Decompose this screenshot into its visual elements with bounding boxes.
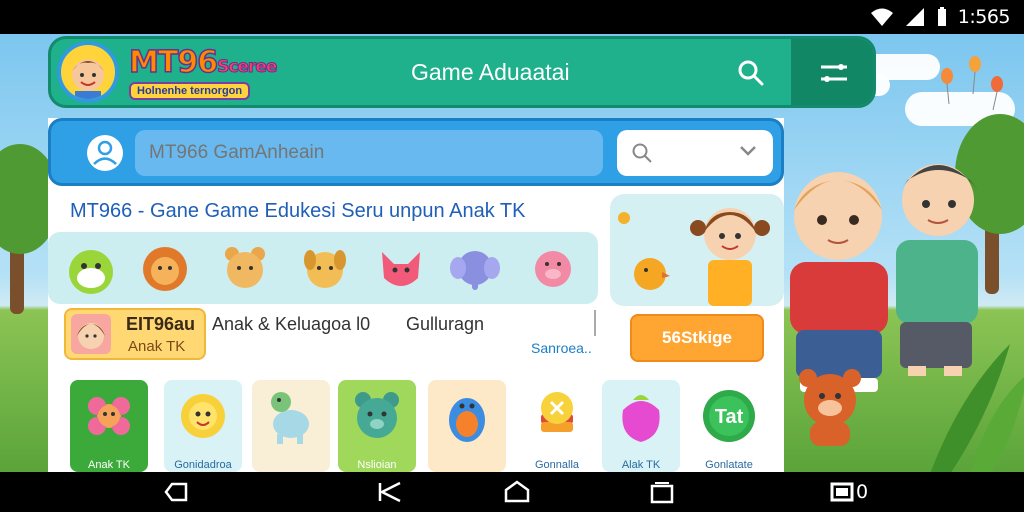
- back-square-icon[interactable]: [162, 480, 190, 504]
- user-chip[interactable]: EIT96au Anak TK: [64, 308, 206, 360]
- sun-flower-icon: [181, 394, 225, 438]
- recents-icon[interactable]: [648, 480, 676, 504]
- apple-icon: [622, 395, 660, 442]
- game-label: Gonnalla: [534, 459, 580, 471]
- game-tile[interactable]: Anak TK: [70, 380, 148, 472]
- game-label: Anak TK: [88, 459, 130, 471]
- home-icon[interactable]: [503, 480, 531, 504]
- game-label: Gonidadroa: [174, 459, 232, 471]
- games-grid: Anak TK Gonidadroa Nslioian Gonnalla Alak TK…: [48, 380, 784, 472]
- profile-icon[interactable]: [85, 133, 125, 173]
- bear-icon[interactable]: [218, 242, 272, 296]
- search-bar: [48, 118, 784, 186]
- game-tile[interactable]: Alak TK: [602, 380, 680, 472]
- filter-menu-icon[interactable]: [819, 61, 849, 85]
- info-row: EIT96au Anak TK Anak & Keluagoa l0 Gullu…: [48, 308, 784, 364]
- promo-illustration: [610, 194, 784, 306]
- game-label: Alak TK: [621, 459, 661, 471]
- user-avatar: [71, 314, 111, 354]
- user-subtitle: Anak TK: [128, 338, 186, 355]
- cta-button[interactable]: 56Stkige: [630, 314, 764, 362]
- elephant-icon[interactable]: [448, 242, 502, 296]
- status-time: 1:565: [957, 6, 1011, 28]
- kid-face-icon: [72, 59, 104, 99]
- game-tile[interactable]: Gonnalla: [518, 380, 596, 472]
- signal-icon: [905, 8, 924, 26]
- logo-subtitle: Holnenhe ternorgon: [129, 82, 251, 100]
- game-tile[interactable]: Nslioian: [338, 380, 416, 472]
- frog-icon[interactable]: [64, 242, 118, 296]
- wifi-icon: [870, 8, 893, 26]
- fox-icon[interactable]: [374, 242, 428, 296]
- kids-illustration: [790, 164, 978, 446]
- bear-icon: [355, 392, 399, 438]
- magnifier-icon: [632, 143, 652, 163]
- see-more-link[interactable]: Sanroea..: [531, 340, 592, 356]
- girl-with-chick-icon: [618, 208, 770, 306]
- game-tile[interactable]: [428, 380, 506, 472]
- game-label: Nslioian: [357, 459, 397, 471]
- dino-icon: [271, 392, 309, 444]
- category-label: Anak & Keluagoa l0: [212, 314, 371, 334]
- balloons-icon: [941, 56, 1003, 111]
- bird-icon: [449, 398, 485, 442]
- game-badge-text: Tat: [714, 406, 744, 428]
- user-name: EIT96au: [126, 314, 196, 334]
- animal-strip: [48, 232, 598, 304]
- game-tile[interactable]: Tat Gonlatate: [690, 380, 768, 472]
- screen-icon[interactable]: [828, 480, 856, 504]
- girl-face-icon: [77, 323, 105, 349]
- flower-icon: [88, 397, 130, 435]
- nav-count: 0: [856, 481, 869, 503]
- battery-icon: [937, 7, 946, 26]
- lion-icon[interactable]: [138, 242, 192, 296]
- header-title: Game Aduaatai: [411, 59, 570, 85]
- game-tile[interactable]: [252, 380, 330, 472]
- logo-avatar: [57, 41, 119, 103]
- game-label: Gonlatate: [705, 459, 753, 471]
- app-header: MT96Sceree Holnenhe ternorgon Game Aduaa…: [48, 36, 876, 108]
- nav-bar: 0: [0, 472, 1024, 512]
- back-icon[interactable]: [376, 480, 404, 504]
- page-subtitle: MT966 - Gane Game Edukesi Seru unpun Ana…: [70, 200, 526, 222]
- search-input[interactable]: [135, 130, 603, 176]
- game-tile[interactable]: Gonidadroa: [164, 380, 242, 472]
- dog-icon[interactable]: [298, 242, 352, 296]
- section-label: Gulluragn: [406, 314, 485, 334]
- candy-icon: [541, 392, 573, 432]
- main-panel: MT966 - Gane Game Edukesi Seru unpun Ana…: [48, 118, 784, 472]
- search-filter-dropdown[interactable]: [617, 130, 773, 176]
- divider: [594, 310, 596, 336]
- status-bar: 1:565: [0, 0, 1024, 34]
- chevron-down-icon: [740, 146, 756, 156]
- pig-icon[interactable]: [526, 242, 580, 296]
- search-icon[interactable]: [737, 59, 765, 87]
- logo-title: MT96Sceree: [128, 44, 278, 81]
